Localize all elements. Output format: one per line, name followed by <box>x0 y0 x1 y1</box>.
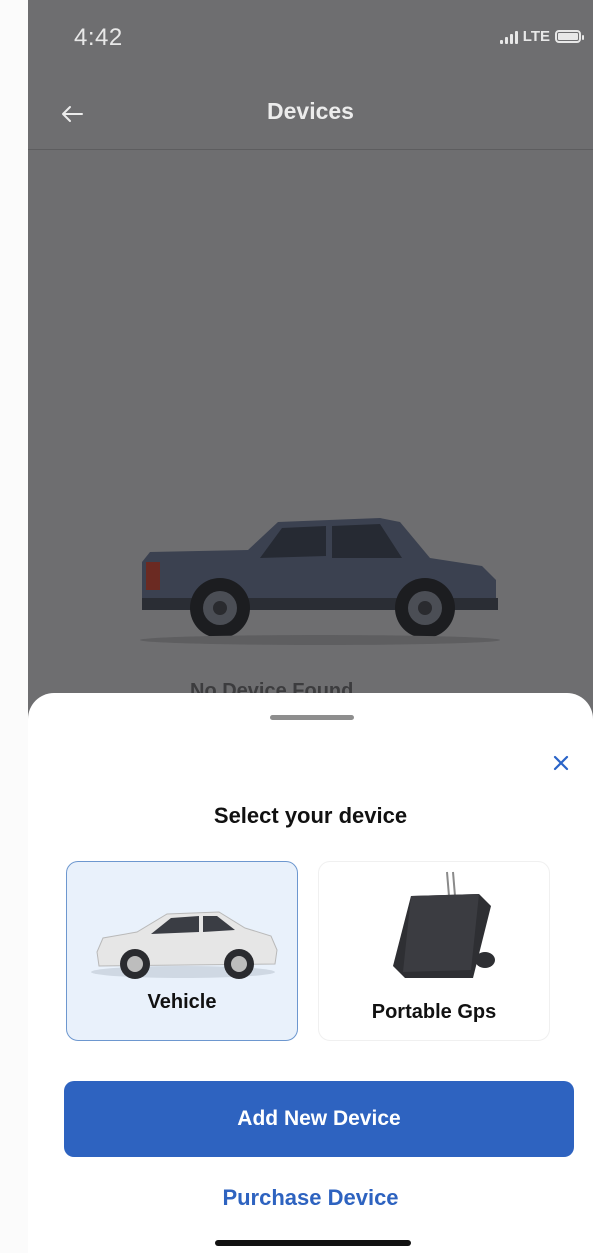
battery-level <box>558 33 578 40</box>
sheet-title: Select your device <box>213 803 408 828</box>
close-icon <box>553 755 569 771</box>
page-title: Devices <box>267 98 354 124</box>
gps-tracker-image <box>393 871 495 978</box>
network-type: LTE <box>522 28 550 45</box>
status-bar: 4:42 LTE <box>28 0 593 80</box>
device-select-sheet: Select your device Vehicle Portable Gps … <box>28 693 593 1253</box>
drag-handle[interactable] <box>270 715 354 720</box>
add-new-device-button[interactable]: Add New Device <box>64 1081 574 1157</box>
close-button[interactable] <box>543 745 579 781</box>
app-screen: 4:42 LTE Devices No Device Found Select … <box>0 0 593 1253</box>
pickup-truck-image <box>140 518 500 645</box>
signal-icon <box>499 30 518 44</box>
option-portable-gps-label: Portable Gps <box>371 1001 497 1023</box>
option-portable-gps-card[interactable]: Portable Gps <box>318 861 550 1041</box>
battery-icon <box>555 30 584 43</box>
option-vehicle-label: Vehicle <box>147 991 217 1013</box>
top-nav-bar: Devices <box>28 80 593 150</box>
sedan-car-image <box>91 911 278 979</box>
home-indicator <box>215 1240 411 1246</box>
status-time: 4:42 <box>74 24 123 51</box>
option-vehicle-card[interactable]: Vehicle <box>66 861 298 1041</box>
status-indicators: LTE <box>499 28 584 45</box>
purchase-device-link[interactable]: Purchase Device <box>28 1185 593 1211</box>
